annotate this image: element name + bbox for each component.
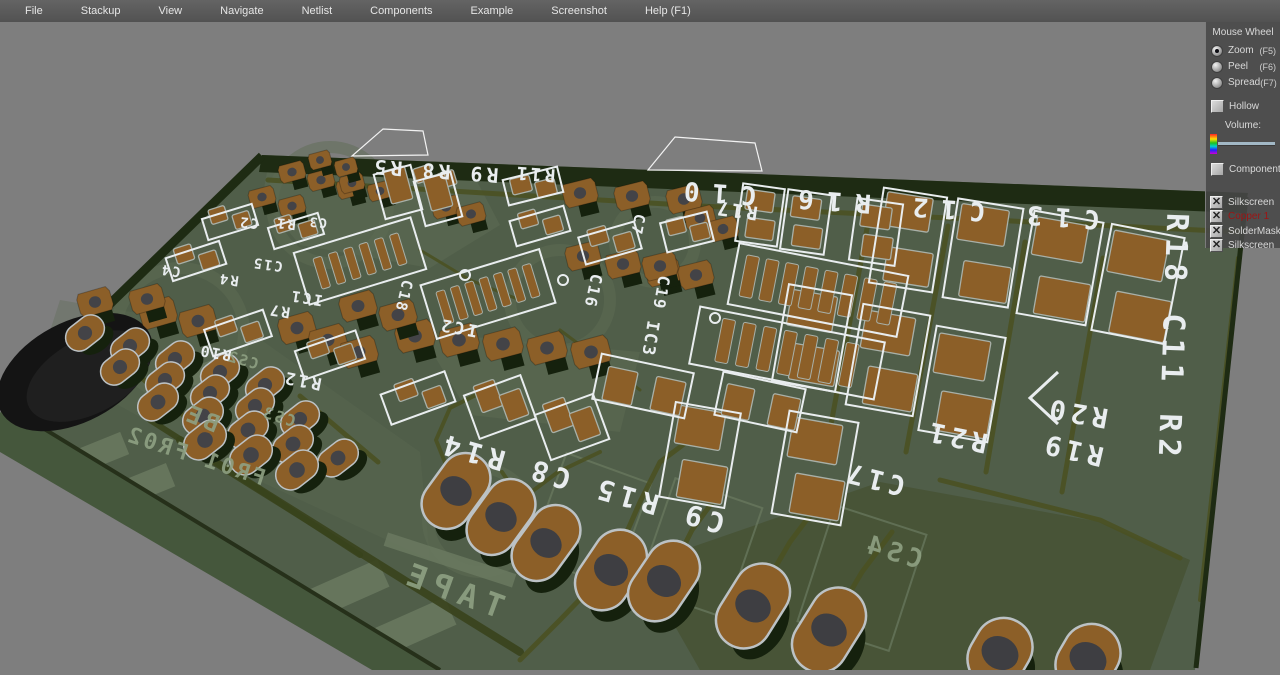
smd-pad [790, 224, 824, 250]
radio-label: Spread [1228, 77, 1261, 88]
menu-item-navigate[interactable]: Navigate [201, 5, 282, 17]
mouse-wheel-title: Mouse Wheel [1212, 27, 1274, 38]
hollow-checkbox[interactable] [1211, 100, 1224, 113]
smd-pad [860, 233, 894, 261]
radio-label: Zoom [1228, 45, 1254, 56]
components-checkbox-row[interactable]: Components [1206, 162, 1280, 177]
mouse-wheel-radio-row-spread[interactable]: Spread (F7) [1206, 75, 1280, 90]
silkscreen-label: R1 [274, 214, 296, 232]
smd-pad [720, 383, 756, 421]
menu-item-screenshot[interactable]: Screenshot [532, 5, 626, 17]
radio-peel[interactable] [1211, 60, 1223, 73]
pcb-3d-view[interactable]: R9 R8 R5 R11C13 C12 R16 C10R17R18 C11 R2R… [0, 0, 1280, 675]
volume-slider[interactable] [1206, 133, 1280, 154]
smd-pad [689, 221, 711, 243]
menu-item-file[interactable]: File [6, 5, 62, 17]
smd-pad [932, 332, 992, 382]
layer-row-copper 1-1[interactable]: ✕ Copper 1 [1206, 210, 1280, 225]
radio-spread[interactable] [1211, 76, 1223, 89]
volume-slider-handle[interactable] [1210, 133, 1217, 154]
components-label: Components [1229, 164, 1280, 175]
radio-hotkey: (F6) [1259, 61, 1277, 72]
smd-pad [788, 472, 846, 522]
layer-checkbox[interactable]: ✕ [1210, 210, 1223, 224]
radio-label: Peel [1228, 61, 1249, 72]
mouse-wheel-radio-row-zoom[interactable]: Zoom (F5) [1206, 43, 1280, 58]
layer-row-soldermask-2[interactable]: ✕ SolderMask [1206, 224, 1280, 239]
components-checkbox[interactable] [1211, 163, 1224, 176]
pcb-viewport[interactable]: R9 R8 R5 R11 C13 C12 R16 C10 R17 R18 C11 R2 R… [0, 0, 1280, 675]
smd-pad [649, 375, 687, 417]
menu-bar: File Stackup View Navigate Netlist Components… [0, 0, 1280, 22]
smd-pad [673, 404, 727, 452]
smd-pad [861, 365, 919, 413]
menu-item-example[interactable]: Example [452, 5, 533, 17]
silkscreen-label: C4 [159, 261, 182, 280]
layer-checkbox[interactable]: ✕ [1210, 224, 1223, 238]
menu-item-help-f1-[interactable]: Help (F1) [626, 5, 710, 17]
radio-hotkey: (F5) [1259, 45, 1277, 56]
silkscreen-label: C2 [237, 213, 259, 231]
menu-item-stackup[interactable]: Stackup [62, 5, 140, 17]
menu-item-view[interactable]: View [139, 5, 201, 17]
layer-label: Silkscreen [1228, 240, 1275, 252]
silkscreen-label: R7 [267, 300, 292, 321]
layer-label: Silkscreen [1228, 196, 1275, 208]
radio-hotkey: (F7) [1260, 77, 1277, 88]
mouse-wheel-radio-row-peel[interactable]: Peel (F6) [1206, 59, 1280, 74]
silkscreen-label: C3 [307, 213, 328, 230]
layer-row-silkscreen-3[interactable]: ✕ Silkscreen [1206, 239, 1280, 254]
hollow-checkbox-row[interactable]: Hollow [1206, 99, 1280, 114]
smd-pad [601, 365, 639, 407]
volume-label: Volume: [1224, 120, 1262, 131]
layer-checkbox[interactable]: ✕ [1210, 195, 1223, 209]
hollow-label: Hollow [1229, 101, 1260, 112]
silkscreen-label: R4 [217, 270, 240, 289]
smd-pad [958, 260, 1012, 304]
smd-pad [1032, 275, 1092, 323]
layer-row-silkscreen-0[interactable]: ✕ Silkscreen [1206, 195, 1280, 210]
layer-label: Copper 1 [1228, 211, 1270, 223]
silkscreen-label: R11 [513, 162, 556, 186]
volume-slider-track[interactable] [1218, 141, 1275, 146]
layer-checkbox[interactable]: ✕ [1210, 239, 1223, 253]
layer-label: SolderMask [1228, 225, 1280, 237]
control-panel: Mouse Wheel Zoom (F5) Peel (F6) Spread (F7) H… [1205, 22, 1280, 253]
menu-item-netlist[interactable]: Netlist [283, 5, 352, 17]
radio-zoom[interactable] [1211, 44, 1223, 57]
menu-item-components[interactable]: Components [351, 5, 451, 17]
